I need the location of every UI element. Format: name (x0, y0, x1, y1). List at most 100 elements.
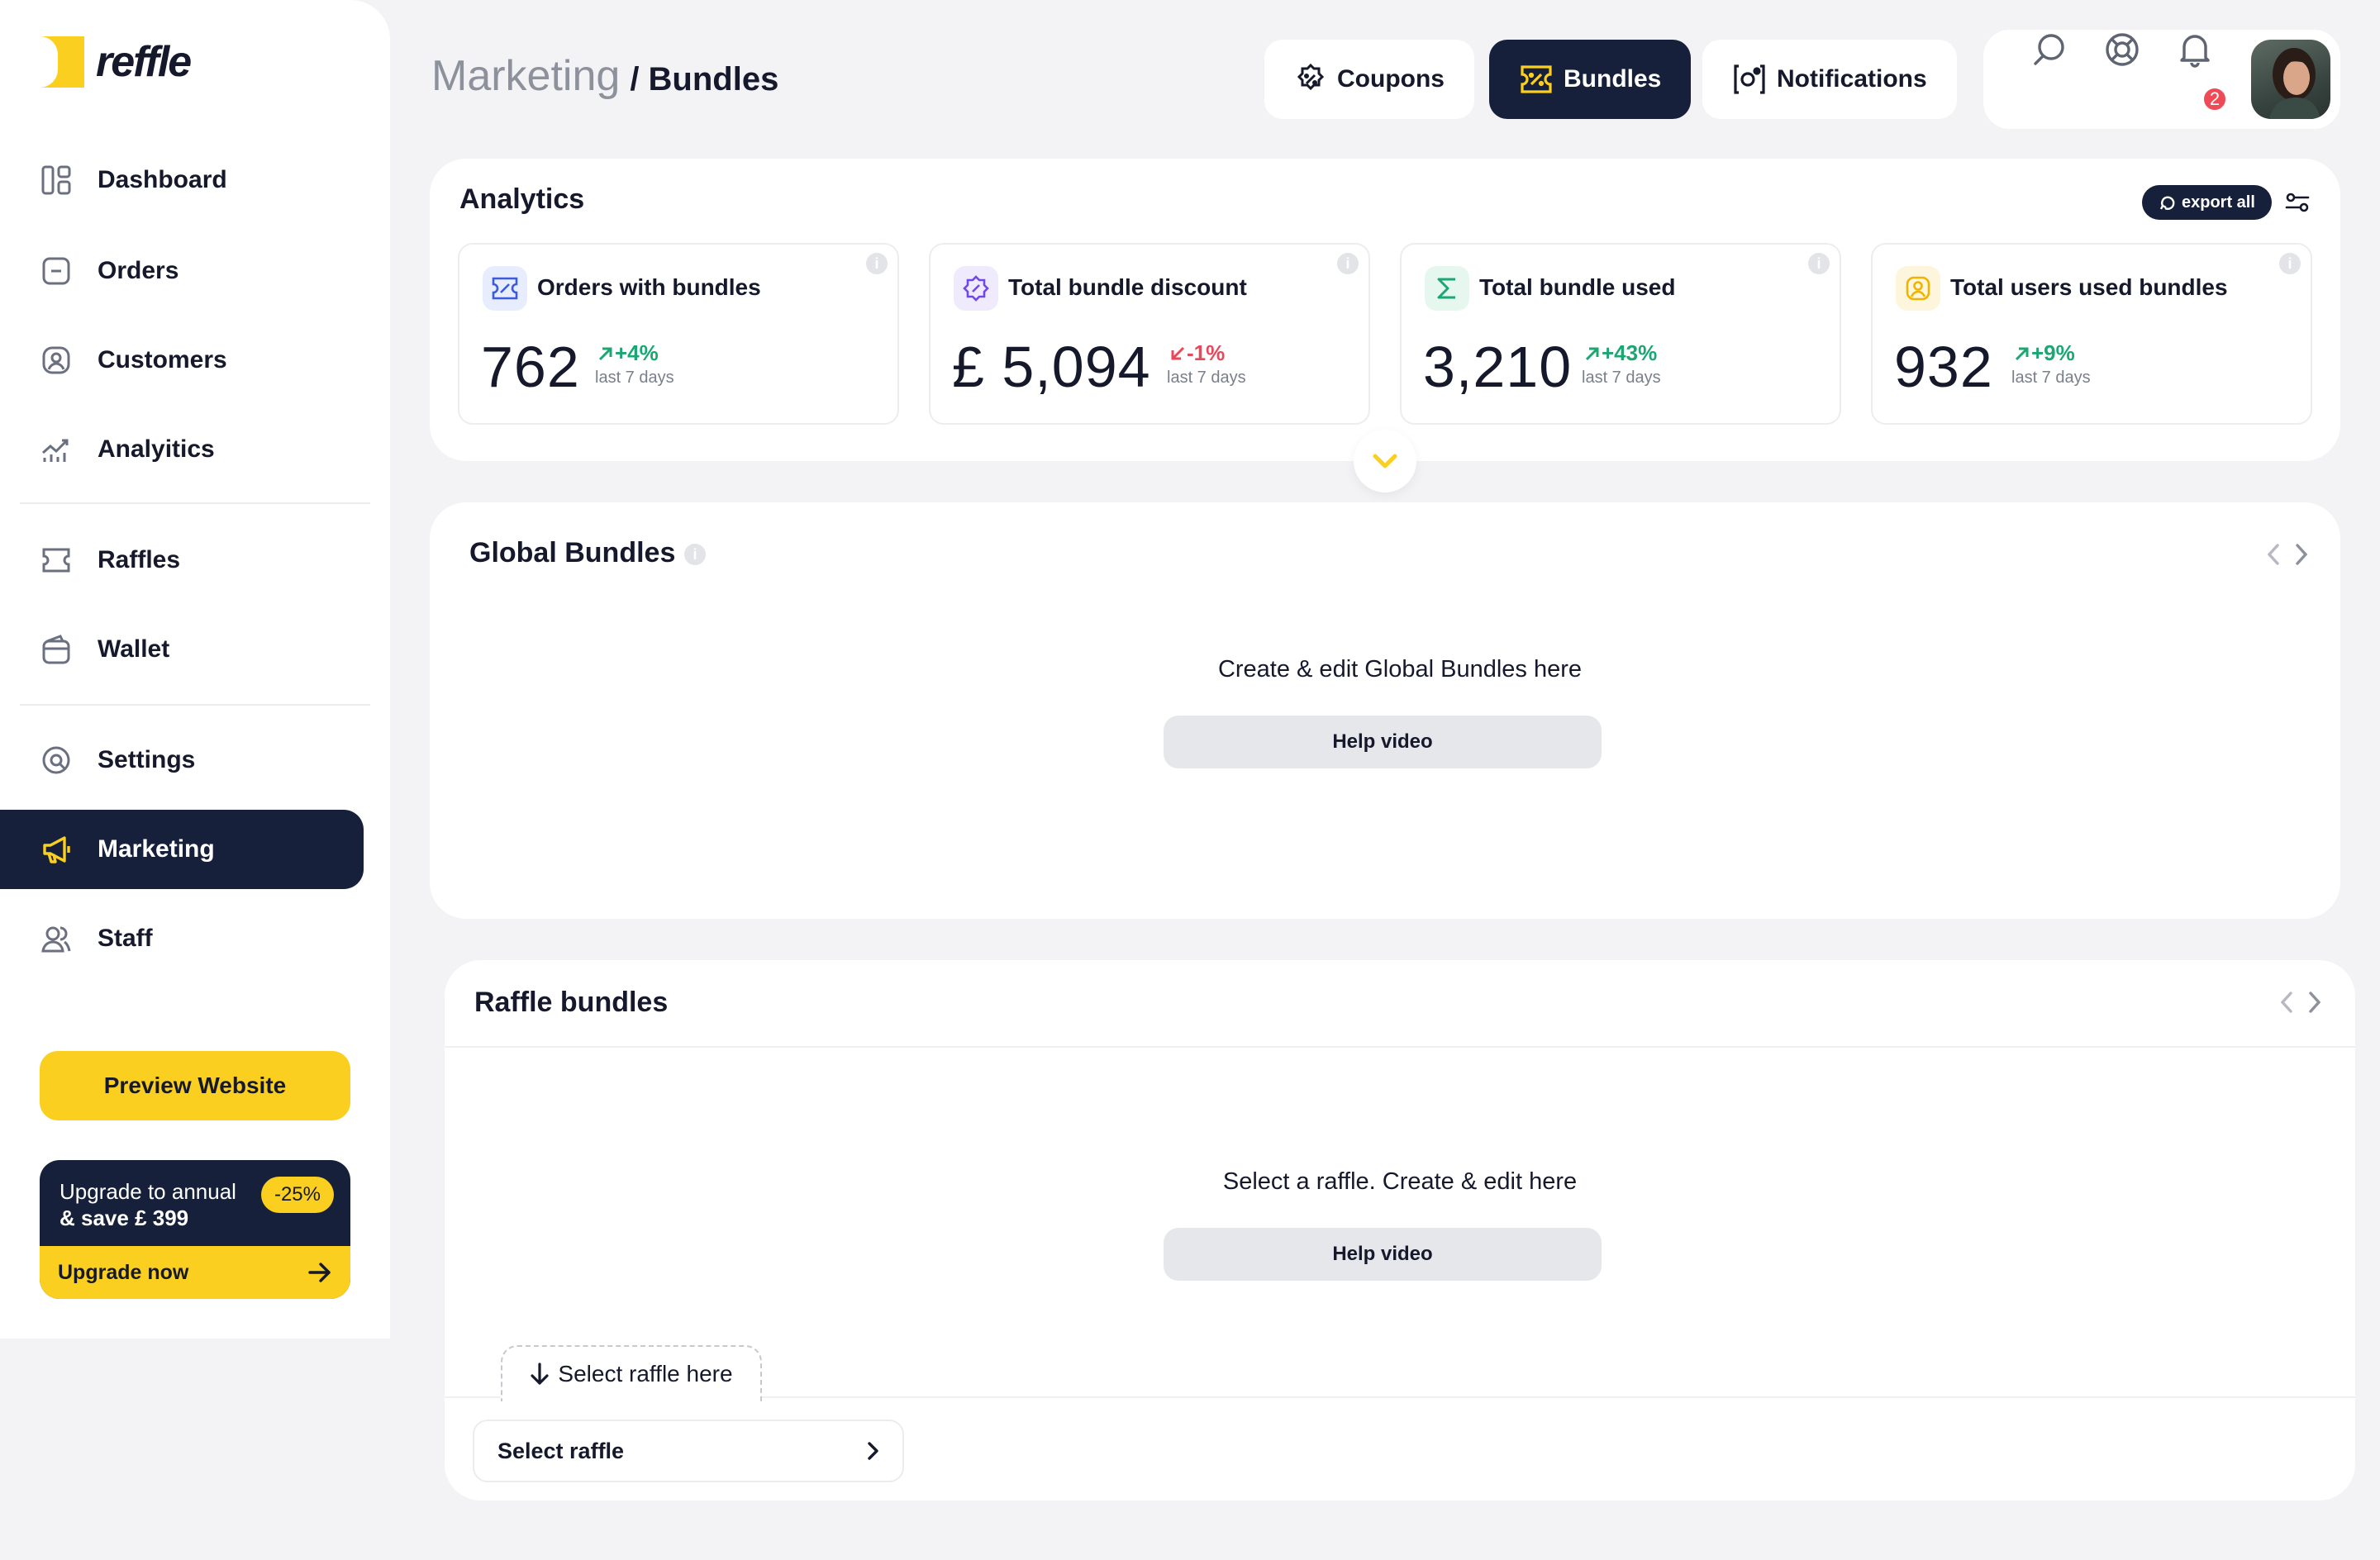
global-bundles-panel (430, 502, 2340, 919)
sidebar-item-analytics[interactable]: Analyitics (0, 410, 364, 489)
chevron-left-icon[interactable] (2279, 990, 2294, 1015)
stat-period: last 7 days (1167, 369, 1246, 387)
raffle-bundles-pager (2279, 990, 2322, 1015)
sidebar-item-label: Analyitics (98, 435, 215, 463)
stat-value: £ 5,094 (952, 335, 1151, 399)
raffle-bundles-title: Raffle bundles (474, 987, 669, 1018)
stat-value: 932 (1894, 335, 1993, 399)
sidebar-item-marketing[interactable]: Marketing (0, 810, 364, 889)
info-icon[interactable]: i (684, 544, 706, 565)
user-icon (1896, 266, 1940, 311)
bundle-icon (1519, 63, 1554, 96)
filter-settings-icon[interactable] (2284, 190, 2311, 215)
sidebar-item-settings[interactable]: Settings (0, 721, 364, 800)
ticket-icon (40, 544, 73, 577)
global-help-video-button[interactable]: Help video (1164, 716, 1602, 768)
brand-logo[interactable]: reffle (40, 36, 192, 88)
export-icon (2159, 196, 2175, 210)
info-icon[interactable]: i (1808, 253, 1830, 274)
sidebar: reffle Dashboard Orders Customers Analyi… (0, 0, 390, 1339)
tab-notifications[interactable]: Notifications (1702, 40, 1957, 119)
sidebar-item-label: Orders (98, 257, 179, 284)
discount-badge: -25% (260, 1177, 334, 1213)
info-icon[interactable]: i (1337, 253, 1359, 274)
avatar-portrait-icon (2269, 48, 2320, 119)
tab-bundles[interactable]: Bundles (1489, 40, 1692, 119)
hint-label: Select raffle here (558, 1361, 733, 1386)
breadcrumb-section[interactable]: Marketing (431, 51, 620, 101)
tab-label: Coupons (1337, 65, 1445, 93)
coupon-icon (1294, 63, 1327, 96)
upgrade-now-button[interactable]: Upgrade now (40, 1246, 350, 1299)
upgrade-now-label: Upgrade now (58, 1260, 189, 1284)
trend-down-icon (1171, 346, 1185, 359)
trend-up-icon (598, 347, 612, 360)
collapse-toggle-button[interactable] (1354, 430, 1416, 492)
sidebar-item-wallet[interactable]: Wallet (0, 610, 364, 689)
global-bundles-title: Global Bundles (469, 537, 676, 568)
settings-icon (40, 744, 73, 777)
info-icon[interactable]: i (2279, 253, 2301, 274)
analytics-icon (40, 433, 73, 466)
sidebar-item-customers[interactable]: Customers (0, 321, 364, 400)
help-lifebuoy-icon[interactable] (2102, 30, 2142, 69)
wallet-icon (40, 633, 73, 666)
megaphone-icon (40, 833, 73, 866)
bell-icon[interactable] (2175, 30, 2215, 69)
stat-period: last 7 days (1582, 369, 1661, 387)
chevron-down-icon (1373, 454, 1397, 468)
search-icon[interactable] (2030, 30, 2069, 69)
notification-tab-icon (1732, 63, 1767, 96)
stat-change-value: -1% (1187, 340, 1226, 365)
sidebar-item-label: Raffles (98, 546, 181, 573)
sidebar-item-label: Wallet (98, 635, 170, 663)
chevron-right-icon[interactable] (2307, 990, 2322, 1015)
stat-period: last 7 days (2011, 369, 2091, 387)
avatar[interactable] (2251, 40, 2330, 119)
stat-period: last 7 days (595, 369, 674, 387)
orders-icon (40, 254, 73, 288)
trend-up-icon (2015, 347, 2029, 360)
arrow-down-icon (531, 1363, 550, 1385)
stat-value: 3,210 (1423, 335, 1573, 399)
stat-card-total-bundle-discount: i Total bundle discount £ 5,094 -1% last… (929, 243, 1370, 425)
stat-card-total-bundle-used: i Total bundle used 3,210 +43% last 7 da… (1400, 243, 1841, 425)
stat-change: +9% (2013, 340, 2075, 366)
stat-change: +4% (597, 340, 659, 366)
logo-text: reffle (96, 38, 192, 86)
discount-badge-icon (954, 266, 998, 311)
export-label: export all (2182, 193, 2255, 212)
stat-change: -1% (1169, 340, 1225, 366)
logo-mark-icon (40, 36, 84, 88)
preview-website-button[interactable]: Preview Website (40, 1051, 350, 1120)
chevron-right-icon[interactable] (2294, 542, 2309, 567)
info-icon[interactable]: i (866, 253, 888, 274)
customers-icon (40, 344, 73, 377)
panel-divider (445, 1046, 2355, 1048)
stat-change-value: +9% (2031, 340, 2075, 365)
sigma-icon (1425, 266, 1469, 311)
sidebar-item-label: Dashboard (98, 166, 227, 193)
stat-change-value: +43% (1602, 340, 1658, 365)
export-all-button[interactable]: export all (2142, 185, 2272, 220)
sidebar-item-orders[interactable]: Orders (0, 231, 364, 311)
sidebar-item-label: Staff (98, 925, 153, 952)
sidebar-item-staff[interactable]: Staff (0, 899, 364, 978)
sidebar-item-raffles[interactable]: Raffles (0, 521, 364, 600)
trend-up-icon (1585, 347, 1599, 360)
tab-coupons[interactable]: Coupons (1264, 40, 1474, 119)
chevron-left-icon[interactable] (2266, 542, 2281, 567)
stat-title: Orders with bundles (537, 274, 761, 300)
notification-count-badge: 2 (2202, 86, 2228, 112)
chevron-right-icon (866, 1440, 879, 1462)
stat-title: Total bundle discount (1008, 274, 1247, 300)
sidebar-item-dashboard[interactable]: Dashboard (0, 140, 364, 220)
stat-change-value: +4% (615, 340, 659, 365)
upgrade-text: Upgrade to annual & save £ 399 (60, 1178, 236, 1231)
raffle-help-video-button[interactable]: Help video (1164, 1228, 1602, 1281)
sidebar-item-label: Customers (98, 346, 227, 373)
raffle-bundles-message: Select a raffle. Create & edit here (1222, 1168, 1578, 1195)
select-raffle-label: Select raffle (497, 1438, 625, 1463)
stat-card-orders-with-bundles: i Orders with bundles 762 +4% last 7 day… (458, 243, 899, 425)
select-raffle-dropdown[interactable]: Select raffle (473, 1420, 904, 1482)
